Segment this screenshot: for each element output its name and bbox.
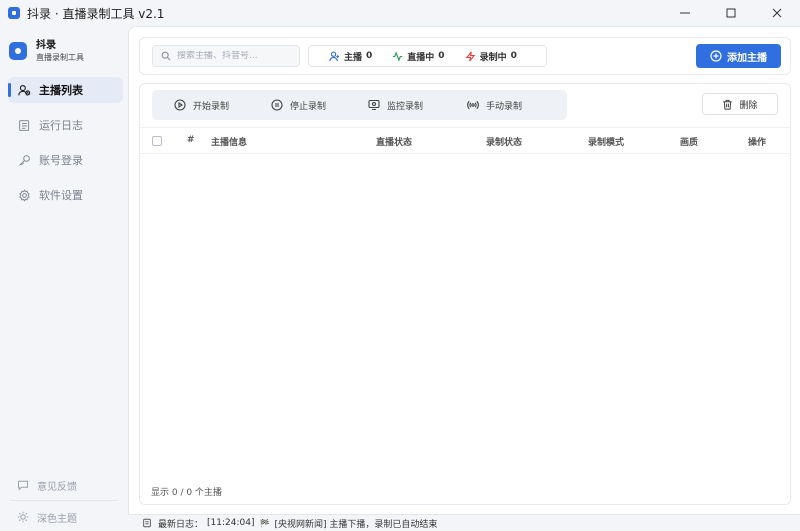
title-bar: 抖录 · 直播录制工具 v2.1: [0, 0, 800, 26]
lightning-icon: [465, 51, 475, 61]
column-record-mode[interactable]: 录制模式: [588, 135, 624, 148]
minimize-icon: [680, 12, 690, 14]
column-record-status[interactable]: 录制状态: [486, 135, 522, 148]
add-streamer-button[interactable]: 添加主播: [696, 44, 781, 68]
maximize-button[interactable]: [708, 0, 754, 26]
sidebar-item-label: 账号登录: [39, 154, 83, 167]
users-icon: [18, 84, 31, 95]
pause-icon: [271, 99, 283, 111]
column-index: #: [187, 135, 195, 145]
log-icon: [19, 119, 30, 131]
play-icon: [174, 99, 186, 111]
stat-streamers: 主播 0: [329, 50, 372, 63]
stat-live: 直播中 0: [392, 50, 445, 63]
action-bar: 开始录制 停止录制 监控录制 手动录制: [152, 90, 567, 120]
manual-record-button[interactable]: 手动录制: [457, 90, 532, 120]
stop-record-label: 停止录制: [290, 101, 327, 112]
top-toolbar: 主播 0 直播中 0 录制中 0 添加主播: [139, 37, 791, 75]
feedback-link[interactable]: 意见反馈: [0, 474, 128, 496]
window-controls: [662, 0, 800, 26]
sidebar: 抖录 直播录制工具 主播列表 运行日志 账号登录 软件设置 意见反馈 深色主题: [0, 26, 128, 531]
sidebar-item-login[interactable]: 账号登录: [8, 147, 123, 173]
search-box[interactable]: [152, 45, 300, 67]
delete-button[interactable]: 删除: [702, 93, 778, 115]
column-streamer-info[interactable]: 主播信息: [211, 135, 247, 148]
theme-toggle[interactable]: 深色主题: [0, 506, 128, 528]
streamer-list-panel: 开始录制 停止录制 监控录制 手动录制 删除 # 主播信息 直播状态 录制状态 …: [139, 83, 791, 505]
stop-record-button[interactable]: 停止录制: [261, 90, 336, 120]
sidebar-item-label: 运行日志: [39, 119, 83, 132]
stat-recording: 录制中 0: [465, 50, 517, 63]
maximize-icon: [726, 8, 736, 18]
stat-recording-label: 录制中: [479, 52, 507, 63]
sidebar-item-label: 软件设置: [39, 189, 83, 202]
manual-record-label: 手动录制: [486, 101, 523, 112]
gear-icon: [19, 188, 30, 202]
monitor-icon: [368, 99, 380, 111]
stat-streamers-count: 0: [366, 51, 373, 61]
sidebar-divider: [10, 500, 118, 501]
column-actions: 操作: [748, 138, 767, 148]
delete-label: 删除: [739, 99, 758, 110]
stats-panel: 主播 0 直播中 0 录制中 0: [308, 45, 547, 67]
brand-subtitle: 直播录制工具: [36, 53, 84, 62]
sidebar-bottom: 意见反馈 深色主题: [0, 474, 128, 528]
monitor-record-label: 监控录制: [387, 101, 424, 112]
table-body: [140, 154, 790, 474]
sun-icon: [17, 511, 29, 523]
status-message: [央视网新闻] 主播下播，录制已自动结束: [274, 519, 438, 530]
stat-live-count: 0: [438, 51, 445, 61]
start-record-button[interactable]: 开始录制: [164, 90, 239, 120]
start-record-label: 开始录制: [193, 101, 230, 112]
brand: 抖录 直播录制工具: [9, 40, 84, 63]
chat-icon: [18, 480, 28, 491]
activity-icon: [393, 50, 403, 62]
add-user-icon: [710, 50, 722, 62]
monitor-record-button[interactable]: 监控录制: [358, 90, 433, 120]
select-all-checkbox[interactable]: [152, 136, 162, 146]
brand-logo-icon: [9, 42, 27, 60]
app-icon: [8, 7, 20, 19]
sidebar-item-logs[interactable]: 运行日志: [8, 112, 123, 138]
window-title: 抖录 · 直播录制工具 v2.1: [27, 6, 165, 21]
user-icon: [329, 51, 340, 61]
column-quality[interactable]: 画质: [680, 135, 698, 148]
add-streamer-label: 添加主播: [727, 52, 767, 64]
minimize-button[interactable]: [662, 0, 708, 26]
main-panel: 主播 0 直播中 0 录制中 0 添加主播: [128, 26, 800, 514]
sidebar-item-streamers[interactable]: 主播列表: [8, 77, 123, 103]
sidebar-item-settings[interactable]: 软件设置: [8, 182, 123, 208]
close-icon: [772, 8, 782, 18]
feedback-label: 意见反馈: [37, 481, 77, 493]
stat-live-label: 直播中: [407, 52, 435, 63]
brand-name: 抖录: [36, 40, 56, 51]
theme-label: 深色主题: [37, 513, 77, 525]
finish-flag-icon: 🏁: [259, 518, 270, 528]
streamer-count-text: 显示 0 / 0 个主播: [151, 488, 222, 498]
table-header: # 主播信息 直播状态 录制状态 录制模式 画质 操作: [140, 127, 790, 154]
search-input[interactable]: [177, 51, 295, 61]
status-bar: 最新日志： [11:24:04] 🏁 [央视网新闻] 主播下播，录制已自动结束: [128, 514, 800, 531]
status-label: 最新日志：: [158, 519, 204, 530]
log-icon: [143, 518, 151, 528]
search-icon: [161, 51, 171, 61]
stat-streamers-label: 主播: [344, 52, 363, 63]
column-live-status[interactable]: 直播状态: [376, 135, 412, 148]
sidebar-item-label: 主播列表: [39, 84, 83, 97]
close-button[interactable]: [754, 0, 800, 26]
stat-recording-count: 0: [510, 51, 517, 61]
status-time: [11:24:04]: [207, 518, 255, 528]
trash-icon: [723, 99, 733, 110]
broadcast-icon: [467, 100, 479, 110]
key-icon: [19, 154, 30, 166]
sidebar-nav: 主播列表 运行日志 账号登录 软件设置: [8, 77, 123, 217]
